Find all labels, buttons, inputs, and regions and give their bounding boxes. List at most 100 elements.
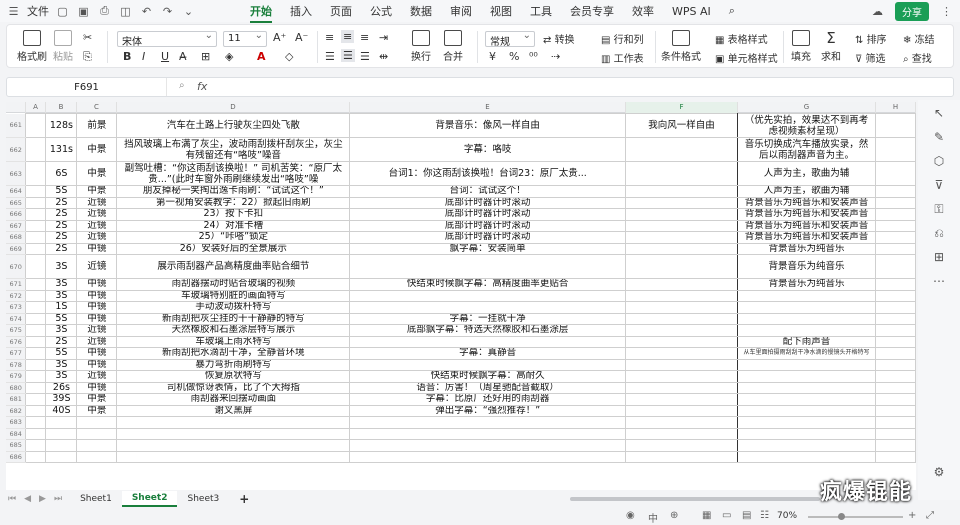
cell-g[interactable] bbox=[737, 381, 876, 394]
cell-b[interactable]: 5S bbox=[45, 347, 78, 360]
merge-button[interactable]: 合并 bbox=[443, 30, 463, 63]
cell-e[interactable] bbox=[349, 289, 627, 302]
cell-h[interactable] bbox=[875, 161, 916, 186]
cell-h[interactable] bbox=[875, 301, 916, 314]
sum-button[interactable]: Σ 求和 bbox=[821, 30, 841, 63]
cell-e[interactable]: 字幕：咯吱 bbox=[349, 137, 627, 162]
bold-button[interactable]: B bbox=[123, 50, 131, 63]
page-layout-icon[interactable]: ▭ bbox=[722, 510, 731, 521]
cell-e[interactable] bbox=[349, 358, 627, 371]
percent-button[interactable]: % bbox=[509, 50, 519, 63]
cell-b[interactable] bbox=[45, 416, 78, 429]
cell-g[interactable] bbox=[737, 370, 876, 383]
normal-view-icon[interactable]: ▦ bbox=[702, 510, 711, 521]
tab-home[interactable]: 开始 bbox=[250, 3, 272, 23]
cell-c[interactable] bbox=[76, 427, 118, 440]
cell-e[interactable]: 台词：试试这个！ bbox=[349, 185, 627, 198]
cell-g[interactable] bbox=[737, 358, 876, 371]
sort-button[interactable]: ⇅ 排序 bbox=[855, 31, 887, 46]
reading-mode-icon[interactable]: ☷ bbox=[760, 510, 769, 521]
row-header[interactable]: 686 bbox=[6, 451, 26, 463]
cell-d[interactable]: 25）“咔嗒”锁定 bbox=[116, 231, 351, 244]
cell-f[interactable] bbox=[625, 208, 739, 221]
cell-h[interactable] bbox=[875, 278, 916, 291]
cell-f[interactable] bbox=[625, 370, 739, 383]
align-bottom-icon[interactable]: ≡ bbox=[360, 31, 369, 44]
cell-c[interactable]: 前景 bbox=[76, 113, 118, 138]
cell-d[interactable]: 朋友掉秘一笑掏出逸卡雨刷：“试试这个！” bbox=[116, 185, 351, 198]
convert-button[interactable]: ⇄ 转换 bbox=[543, 31, 575, 46]
preview-icon[interactable]: ◫ bbox=[118, 4, 133, 19]
cell-f[interactable] bbox=[625, 335, 739, 348]
distribute-icon[interactable]: ⇹ bbox=[379, 50, 388, 63]
cell-a[interactable] bbox=[25, 301, 47, 314]
cell-d[interactable]: 恢复原状特写 bbox=[116, 370, 351, 383]
cell-c[interactable] bbox=[76, 416, 118, 429]
corner-cell[interactable] bbox=[6, 102, 26, 113]
cut-icon[interactable]: ✂ bbox=[83, 31, 92, 44]
cell-e[interactable]: 底部计时器计时滚动 bbox=[349, 196, 627, 209]
cell-c[interactable] bbox=[76, 439, 118, 452]
thousands-icon[interactable]: ⁰⁰ bbox=[529, 50, 538, 63]
cell-f[interactable] bbox=[625, 347, 739, 360]
cell-f[interactable] bbox=[625, 278, 739, 291]
next-sheet-icon[interactable]: ▶ bbox=[39, 494, 46, 504]
align-middle-icon[interactable]: ≡ bbox=[341, 30, 355, 43]
cell-a[interactable] bbox=[25, 416, 47, 429]
column-header-g[interactable]: G bbox=[738, 102, 876, 113]
cell-e[interactable]: 台词1：你这雨刮该换啦！台词23：原厂太贵... bbox=[349, 161, 627, 186]
cell-c[interactable]: 近镜 bbox=[76, 335, 118, 348]
cell-c[interactable]: 中镜 bbox=[76, 278, 118, 291]
cell-d[interactable] bbox=[116, 450, 351, 463]
search-icon[interactable]: ⌕ bbox=[729, 4, 735, 18]
cell-a[interactable] bbox=[25, 393, 47, 406]
cell-c[interactable]: 中景 bbox=[76, 137, 118, 162]
align-right-icon[interactable]: ☰ bbox=[360, 50, 370, 63]
cell-e[interactable] bbox=[349, 439, 627, 452]
row-header[interactable]: 684 bbox=[6, 428, 26, 440]
menu-icon[interactable]: ☰ bbox=[6, 4, 21, 19]
cell-f[interactable] bbox=[625, 254, 739, 279]
row-header[interactable]: 670 bbox=[6, 254, 26, 279]
cell-a[interactable] bbox=[25, 381, 47, 394]
cell-a[interactable] bbox=[25, 254, 47, 279]
row-header[interactable]: 664 bbox=[6, 185, 26, 198]
cell-c[interactable]: 近镜 bbox=[76, 231, 118, 244]
cell-h[interactable] bbox=[875, 370, 916, 383]
cell-b[interactable]: 3S bbox=[45, 254, 78, 279]
cell-d[interactable]: 展示雨刮器产品高精度曲率贴合细节 bbox=[116, 254, 351, 279]
cell-a[interactable] bbox=[25, 312, 47, 325]
cell-f[interactable] bbox=[625, 393, 739, 406]
freeze-button[interactable]: ❄ 冻结 bbox=[903, 31, 935, 46]
cell-d[interactable]: 手动波动拨杆特写 bbox=[116, 301, 351, 314]
cell-c[interactable]: 中镜 bbox=[76, 381, 118, 394]
cell-h[interactable] bbox=[875, 254, 916, 279]
cell-b[interactable] bbox=[45, 439, 78, 452]
cell-a[interactable] bbox=[25, 450, 47, 463]
zoom-level[interactable]: 70% bbox=[777, 511, 797, 521]
sheet-tab-1[interactable]: Sheet1 bbox=[70, 492, 122, 506]
cell-d[interactable] bbox=[116, 427, 351, 440]
cell-b[interactable]: 40S bbox=[45, 404, 78, 417]
cell-e[interactable]: 语音：厉害！（周星驰配音截取） bbox=[349, 381, 627, 394]
cell-a[interactable] bbox=[25, 185, 47, 198]
cell-f[interactable] bbox=[625, 161, 739, 186]
tab-tools[interactable]: 工具 bbox=[530, 3, 552, 19]
row-header[interactable]: 672 bbox=[6, 290, 26, 302]
eraser-icon[interactable]: ◇ bbox=[285, 50, 293, 63]
cell-d[interactable]: 雨刮器摆动时贴合玻璃的视频 bbox=[116, 278, 351, 291]
column-header-e[interactable]: E bbox=[350, 102, 626, 113]
cell-b[interactable]: 2S bbox=[45, 196, 78, 209]
eye-icon[interactable]: ◉ bbox=[626, 510, 635, 521]
cell-f[interactable] bbox=[625, 242, 739, 255]
cell-h[interactable] bbox=[875, 185, 916, 198]
font-grow-icon[interactable]: A⁺ bbox=[273, 31, 286, 44]
cell-b[interactable]: 128s bbox=[45, 113, 78, 138]
cell-a[interactable] bbox=[25, 370, 47, 383]
row-header[interactable]: 677 bbox=[6, 347, 26, 360]
cell-g[interactable]: 背景音乐为纯音乐 bbox=[737, 254, 876, 279]
cell-h[interactable] bbox=[875, 231, 916, 244]
cell-h[interactable] bbox=[875, 416, 916, 429]
cell-g[interactable]: 背景音乐为纯音乐 bbox=[737, 242, 876, 255]
cell-f[interactable] bbox=[625, 381, 739, 394]
